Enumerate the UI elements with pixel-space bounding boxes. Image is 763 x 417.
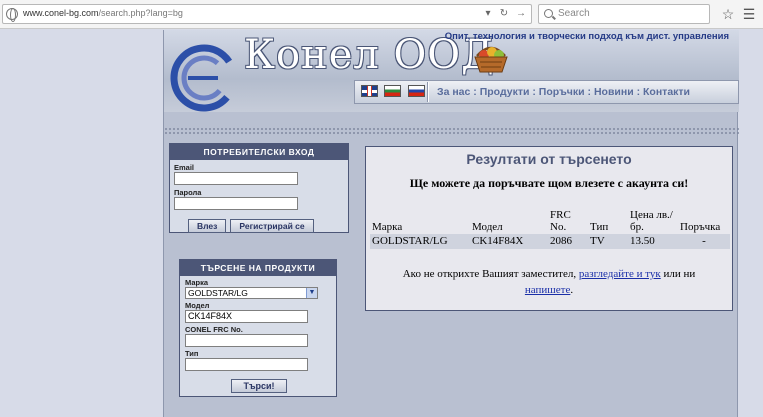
search-button[interactable]: Търси!: [231, 379, 287, 393]
language-flags: [361, 85, 427, 103]
browse-here-link[interactable]: разгледайте и тук: [579, 268, 661, 280]
email-label: Email: [174, 163, 195, 172]
cell-frc: 2086: [548, 234, 588, 249]
page-container: Конел ООД Опит, технология и творчески п…: [163, 30, 739, 417]
nav-link-contacts[interactable]: Контакти: [643, 86, 690, 98]
bookmarks-menu-icon[interactable]: ☰: [740, 5, 758, 23]
search-results-panel: Резултати от търсенето Ще можете да поръ…: [365, 146, 733, 311]
nav-links: За нас : Продукти : Поръчки : Новини : К…: [437, 86, 691, 98]
col-model: Модел: [472, 221, 503, 233]
login-title: ПОТРЕБИТЕЛСКИ ВХОД: [170, 144, 348, 160]
results-footer: Ако не откриxте Вашият заместител, разгл…: [402, 268, 696, 296]
login-button[interactable]: Влез: [188, 219, 227, 233]
col-type: Тип: [590, 221, 609, 233]
globe-icon: [6, 8, 18, 22]
nav-link-orders[interactable]: Поръчки: [539, 86, 585, 98]
cell-brand: GOLDSTAR/LG: [370, 234, 470, 249]
table-row: GOLDSTAR/LG CK14F84X 2086 TV 13.50 -: [370, 234, 730, 249]
col-frc: FRC No.: [550, 209, 571, 233]
login-box: ПОТРЕБИТЕЛСКИ ВХОД Email Парола Влез Рег…: [169, 143, 349, 233]
browser-search-placeholder: Search: [558, 8, 590, 19]
top-navigation: За нас : Продукти : Поръчки : Новини : К…: [354, 80, 739, 104]
type-label: Тип: [185, 349, 199, 358]
frc-label: CONEL FRC No.: [185, 325, 243, 334]
reload-icon[interactable]: ↻: [497, 7, 511, 21]
write-to-us-link[interactable]: напишете: [525, 284, 570, 296]
nav-link-news[interactable]: Новини: [594, 86, 634, 98]
register-button[interactable]: Регистрирай се: [230, 219, 314, 233]
url-host: www.conel-bg.com: [23, 8, 99, 18]
password-field[interactable]: [174, 197, 298, 210]
dotted-divider: [164, 127, 739, 135]
model-field[interactable]: CK14F84X: [185, 310, 308, 323]
product-search-title: ТЪРСЕНЕ НА ПРОДУКТИ: [180, 260, 336, 276]
login-buttons: Влез Регистрирай се: [188, 219, 348, 233]
brand-select-value: GOLDSTAR/LG: [188, 288, 248, 298]
dropdown-icon[interactable]: ▾: [481, 7, 495, 21]
fruit-basket-icon: [474, 46, 508, 73]
footer-prefix: Ако не откриxте Вашият заместител,: [402, 268, 577, 280]
cell-price: 13.50: [628, 234, 678, 249]
browser-search-field[interactable]: Search: [538, 4, 710, 24]
frc-field[interactable]: [185, 334, 308, 347]
results-table: Марка Модел FRC No. Тип Цена лв./бр. Пор…: [370, 209, 730, 249]
col-order: Поръчка: [680, 221, 721, 233]
english-flag-icon[interactable]: [361, 85, 378, 97]
product-search-box: ТЪРСЕНЕ НА ПРОДУКТИ Марка GOLDSTAR/LG ▼ …: [179, 259, 337, 397]
conel-logo-icon: [170, 44, 238, 112]
results-title: Резултати от търсенето: [466, 151, 632, 167]
model-label: Модел: [185, 301, 210, 310]
bulgarian-flag-icon[interactable]: [384, 85, 402, 97]
url-path: /search.php?lang=bg: [98, 8, 183, 18]
browser-toolbar: www.conel-bg.com/search.php?lang=bg ▾ ↻ …: [0, 0, 763, 29]
nav-divider: [427, 82, 429, 102]
chevron-down-icon[interactable]: ▼: [306, 288, 317, 298]
cell-type: TV: [588, 234, 628, 249]
search-icon: [544, 9, 553, 18]
russian-flag-icon[interactable]: [407, 85, 425, 97]
brand-select[interactable]: GOLDSTAR/LG ▼: [185, 287, 318, 299]
email-field[interactable]: [174, 172, 298, 185]
address-url[interactable]: www.conel-bg.com/search.php?lang=bg: [23, 8, 183, 18]
bookmark-star-icon[interactable]: ☆: [719, 5, 737, 23]
col-price: Цена лв./бр.: [630, 209, 673, 233]
cell-model: CK14F84X: [470, 234, 548, 249]
footer-mid: или ни: [663, 268, 696, 280]
brand-label: Марка: [185, 278, 209, 287]
results-note: Ще можете да поръчвате щом влезете с ака…: [409, 176, 689, 190]
results-header-row: Марка Модел FRC No. Тип Цена лв./бр. Пор…: [370, 209, 730, 234]
forward-icon[interactable]: →: [514, 7, 528, 21]
site-banner: Конел ООД Опит, технология и творчески п…: [164, 30, 739, 112]
nav-link-about[interactable]: За нас: [437, 86, 470, 98]
site-tagline: Опит, технология и творчески подход към …: [444, 31, 729, 42]
type-field[interactable]: [185, 358, 308, 371]
password-label: Парола: [174, 188, 202, 197]
cell-order: -: [678, 234, 730, 249]
address-bar[interactable]: www.conel-bg.com/search.php?lang=bg ▾ ↻ …: [2, 4, 532, 24]
col-brand: Марка: [372, 221, 403, 233]
nav-link-products[interactable]: Продукти: [480, 86, 530, 98]
